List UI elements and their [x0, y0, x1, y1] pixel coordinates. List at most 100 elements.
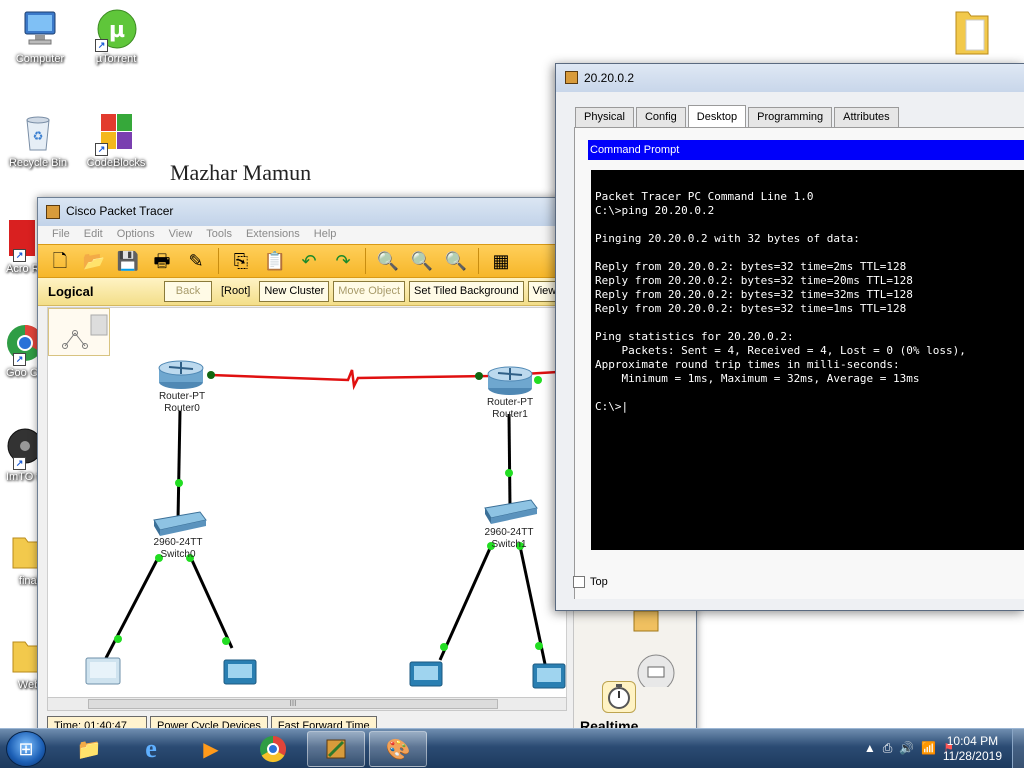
new-file-icon[interactable]: 🗋 [48, 249, 72, 273]
copy-icon[interactable]: ⎘ [229, 249, 253, 273]
redo-icon[interactable]: ↷ [331, 249, 355, 273]
menu-extensions[interactable]: Extensions [246, 228, 300, 244]
console-line: Reply from 20.20.0.2: bytes=32 time=2ms … [595, 260, 907, 273]
network-signal-icon[interactable]: 📶 [921, 741, 936, 756]
pc-window-titlebar[interactable]: 20.20.0.2 [556, 64, 1024, 92]
utorrent-icon: µ ↗ [95, 8, 137, 52]
folder-icon [955, 11, 989, 55]
command-prompt-header: Command Prompt [588, 140, 1024, 160]
text-cursor: | [621, 400, 629, 413]
desktop-icon-recycle-bin[interactable]: ♻ Recycle Bin [2, 112, 74, 169]
menu-options[interactable]: Options [117, 228, 155, 244]
clock-date: 11/28/2019 [942, 749, 1002, 763]
horizontal-scrollbar[interactable]: III [47, 697, 567, 711]
ethernet-link-r1-s1 [507, 413, 512, 509]
pc-window-title: 20.20.0.2 [584, 71, 635, 85]
console-line: Approximate round trip times in milli-se… [595, 358, 900, 371]
scrollbar-thumb[interactable]: III [88, 699, 498, 709]
logical-workspace-label: Logical [48, 284, 94, 299]
zoom-in-icon[interactable]: 🔍 [376, 249, 400, 273]
chrome-icon [260, 735, 287, 763]
move-object-button[interactable]: Move Object [333, 281, 406, 302]
paste-icon[interactable]: 📋 [263, 249, 287, 273]
taskbar-internet-explorer[interactable]: e [122, 731, 180, 767]
console-line: C:\>ping 20.20.0.2 [595, 204, 715, 217]
window-title: Cisco Packet Tracer [66, 204, 174, 218]
toolbar-separator [218, 248, 219, 274]
taskbar-explorer[interactable]: 📁 [60, 731, 118, 767]
desktop-tab-panel: Command Prompt Packet Tracer PC Command … [574, 127, 1024, 599]
menu-tools[interactable]: Tools [206, 228, 232, 244]
switch1-label: 2960-24TT Switch1 [484, 527, 534, 550]
pc-config-window[interactable]: 20.20.0.2 Physical Config Desktop Progra… [555, 63, 1024, 611]
desktop-icon-codeblocks[interactable]: ↗ CodeBlocks [80, 112, 152, 169]
side-tools-icons [633, 610, 675, 687]
taskbar-media-player[interactable]: ▶ [182, 731, 240, 767]
tab-programming[interactable]: Programming [748, 107, 833, 127]
folder-icon [0, 634, 40, 676]
shortcut-arrow-icon: ↗ [95, 39, 108, 52]
console-line: Reply from 20.20.0.2: bytes=32 time=1ms … [595, 302, 907, 315]
ethernet-link-s0-pc0 [104, 557, 160, 659]
zoom-reset-icon[interactable]: 🔍 [410, 249, 434, 273]
menu-help[interactable]: Help [314, 228, 337, 244]
set-tiled-background-button[interactable]: Set Tiled Background [409, 281, 524, 302]
tab-desktop[interactable]: Desktop [687, 105, 747, 127]
taskbar-clock[interactable]: 10:04 PM 11/28/2019 [943, 734, 1002, 764]
print-icon[interactable]: 🖶 [150, 249, 174, 273]
ethernet-link-s1-pc2 [438, 545, 493, 661]
menu-edit[interactable]: Edit [84, 228, 103, 244]
taskbar-packet-tracer[interactable] [307, 731, 365, 767]
command-prompt-console[interactable]: Packet Tracer PC Command Line 1.0 C:\>pin… [591, 170, 1024, 550]
zoom-out-icon[interactable]: 🔍 [444, 249, 468, 273]
back-button[interactable]: Back [164, 281, 212, 302]
save-icon[interactable]: 💾 [116, 249, 140, 273]
desktop-folder-top-right[interactable] [952, 6, 992, 58]
console-line: Pinging 20.20.0.2 with 32 bytes of data: [595, 232, 860, 245]
tab-attributes[interactable]: Attributes [834, 107, 899, 127]
console-line: Ping statistics for 20.20.0.2: [595, 330, 794, 343]
desktop-icon-computer[interactable]: Computer [4, 8, 76, 65]
top-checkbox[interactable]: Top [573, 576, 608, 588]
menu-file[interactable]: File [52, 228, 70, 244]
root-button[interactable]: [Root] [216, 281, 255, 302]
svg-text:♻: ♻ [33, 129, 44, 143]
pc1-icon [223, 659, 257, 685]
taskbar-paint[interactable]: 🎨 [369, 731, 427, 767]
switch1-icon [484, 499, 538, 524]
realtime-clock-button[interactable] [602, 681, 636, 713]
volume-icon[interactable]: 🔊 [899, 741, 914, 756]
desktop-icon-utorrent[interactable]: µ ↗ µTorrent [80, 8, 152, 65]
router1-icon [487, 366, 533, 395]
windows-logo-icon: ⊞ [18, 738, 34, 759]
checkbox-box[interactable] [573, 576, 585, 588]
menu-view[interactable]: View [169, 228, 193, 244]
shortcut-arrow-icon: ↗ [13, 353, 26, 366]
new-cluster-button[interactable]: New Cluster [259, 281, 330, 302]
ethernet-link-r0-s0 [176, 410, 182, 521]
router1-label: Router-PT Router1 [486, 397, 534, 420]
logical-workspace-canvas[interactable]: Router-PT Router0 Router-PT Router1 2960… [47, 307, 567, 701]
start-button[interactable]: ⊞ [6, 731, 46, 767]
system-tray: ▲ ⎙ 🔊 📶 ⚑ [864, 741, 954, 756]
tab-config[interactable]: Config [635, 107, 686, 127]
codeblocks-icon: ↗ [95, 112, 137, 156]
internet-explorer-icon: e [145, 734, 157, 763]
undo-icon[interactable]: ↶ [297, 249, 321, 273]
console-line: Minimum = 1ms, Maximum = 32ms, Average =… [595, 372, 920, 385]
tab-physical[interactable]: Physical [575, 107, 634, 127]
taskbar-chrome[interactable] [244, 731, 302, 767]
svg-text:µ: µ [109, 18, 125, 43]
pc3-icon [532, 663, 566, 689]
shortcut-arrow-icon: ↗ [13, 249, 26, 262]
show-hidden-icons-icon[interactable]: ▲ [864, 741, 876, 756]
packet-tracer-logo-icon [565, 71, 578, 84]
palette-icon[interactable]: ▦ [489, 249, 513, 273]
device-icon[interactable]: ⎙ [883, 741, 893, 756]
desktop-signature-text: Mazhar Mamun [170, 160, 312, 185]
router0-label: Router-PT Router0 [158, 391, 206, 414]
show-desktop-button[interactable] [1012, 729, 1024, 768]
open-folder-icon[interactable]: 📂 [82, 249, 106, 273]
activity-wizard-icon[interactable]: ✎ [184, 249, 208, 273]
